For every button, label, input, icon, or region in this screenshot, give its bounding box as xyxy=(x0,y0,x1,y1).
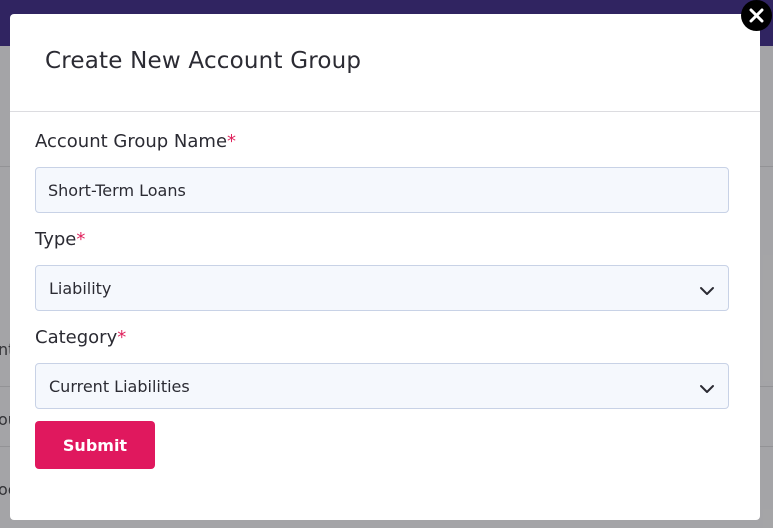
type-select[interactable]: Liability xyxy=(35,265,729,311)
create-account-group-modal: Create New Account Group Account Group N… xyxy=(10,14,760,520)
required-mark: * xyxy=(227,131,237,152)
account-group-name-label: Account Group Name* xyxy=(35,131,236,152)
account-group-name-label-text: Account Group Name xyxy=(35,131,228,152)
category-label-text: Category xyxy=(35,327,118,348)
close-modal-button[interactable] xyxy=(741,0,772,31)
submit-button[interactable]: Submit xyxy=(35,421,155,469)
close-icon xyxy=(749,8,764,23)
type-label-text: Type xyxy=(35,229,77,250)
modal-title: Create New Account Group xyxy=(45,48,362,74)
required-mark: * xyxy=(117,327,127,348)
chevron-down-icon xyxy=(699,282,715,301)
category-selected-value: Current Liabilities xyxy=(49,377,190,396)
type-label: Type* xyxy=(35,229,85,250)
category-label: Category* xyxy=(35,327,126,348)
modal-header: Create New Account Group xyxy=(10,14,760,112)
type-selected-value: Liability xyxy=(49,279,112,298)
category-select[interactable]: Current Liabilities xyxy=(35,363,729,409)
chevron-down-icon xyxy=(699,380,715,399)
required-mark: * xyxy=(76,229,86,250)
account-group-name-input[interactable] xyxy=(35,167,729,213)
